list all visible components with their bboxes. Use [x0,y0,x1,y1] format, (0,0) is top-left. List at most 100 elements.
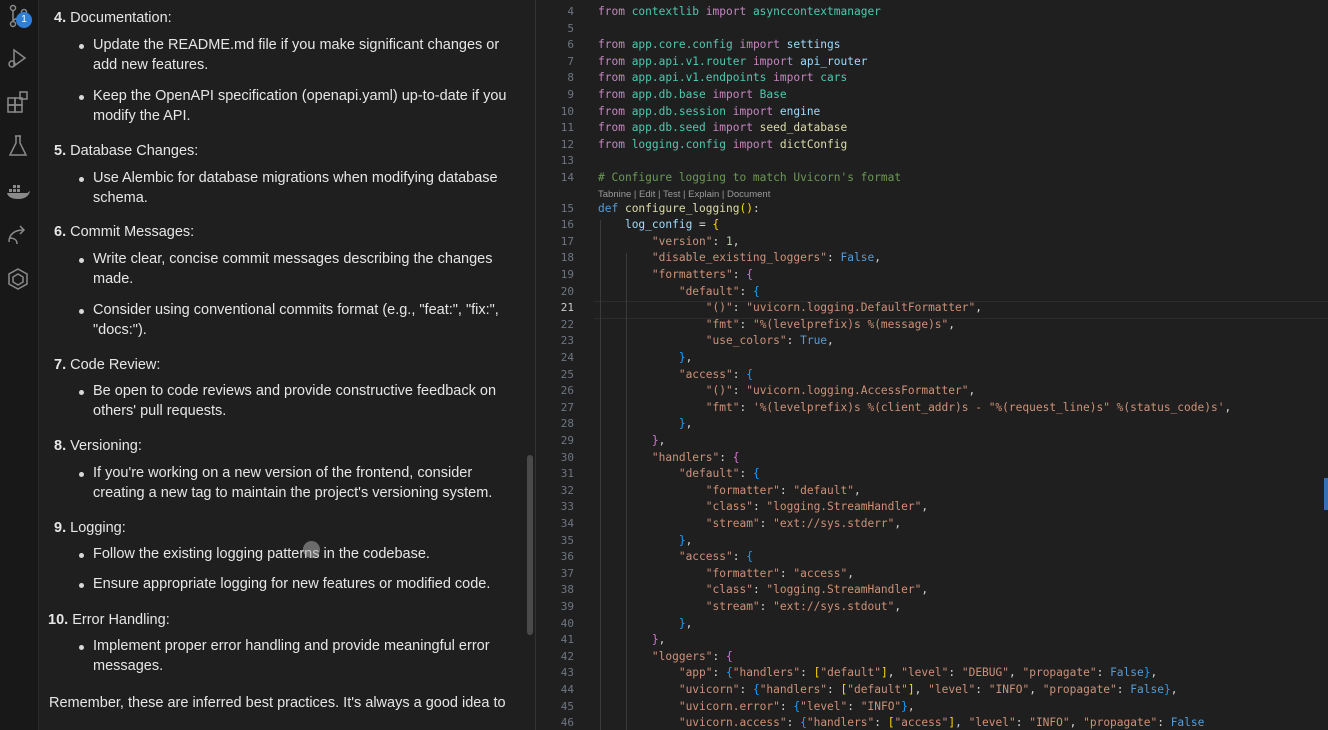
code-token: "handlers" [732,666,801,680]
code-line[interactable]: "uvicorn.error": {"level": "INFO"}, [598,700,915,713]
code-line[interactable]: from contextlib import asynccontextmanag… [598,5,881,18]
code-line[interactable]: from app.core.config import settings [598,38,841,51]
editor-scrollbar[interactable] [1324,478,1328,510]
code-line[interactable]: "loggers": { [598,650,733,663]
code-token: "formatters" [651,268,733,281]
code-token: app.core.config [631,38,733,52]
code-token: : [847,699,861,713]
bullet-dot [79,472,87,480]
code-line[interactable]: }, [598,534,693,547]
code-line[interactable]: "default": { [598,285,760,298]
section-title: Database Changes: [70,143,199,159]
code-token: : [732,550,747,564]
code-line[interactable]: "uvicorn.access": {"handlers": ["access"… [598,716,1205,730]
code-token: : [779,566,794,580]
code-line[interactable]: "version": 1, [598,235,740,248]
code-line[interactable]: "handlers": { [598,451,740,464]
bullet-text: If you're working on a new version of th… [93,465,493,501]
chat-scrollbar[interactable] [527,455,533,635]
line-number: 35 [560,533,574,547]
code-line[interactable]: "class": "logging.StreamHandler", [598,583,928,596]
section-heading: 6. Commit Messages: [54,224,194,240]
docker-icon[interactable] [5,178,31,204]
code-line[interactable]: "access": { [598,368,753,381]
code-lens[interactable]: Tabnine | Edit | Test | Explain | Docume… [598,189,770,200]
code-line[interactable]: "fmt": "%(levelprefix)s %(message)s", [598,318,955,331]
code-line[interactable]: log_config = { [598,218,719,231]
code-token: "INFO" [860,699,902,713]
bullet-text: Write clear, concise commit messages des… [93,251,493,287]
bullet-text: Be open to code reviews and provide cons… [93,383,497,419]
code-token: : [874,716,888,730]
code-token: "()" [705,384,733,398]
code-token: } [901,699,908,713]
code-token: } [678,417,686,431]
line-number: 17 [560,234,574,248]
bullet-dot [79,177,87,185]
code-line[interactable]: from app.db.session import engine [598,105,820,118]
code-line[interactable]: "disable_existing_loggers": False, [598,251,881,264]
code-token: , [1224,400,1232,414]
section-number: 8. [54,438,67,454]
code-line[interactable]: "access": { [598,550,753,563]
line-number: 11 [560,121,574,135]
line-number: 9 [567,88,574,101]
code-token: "INFO" [988,683,1030,696]
code-line[interactable]: }, [598,633,666,646]
line-number: 5 [567,21,574,35]
code-line[interactable]: "class": "logging.StreamHandler", [598,500,928,513]
code-line[interactable]: from logging.config import dictConfig [598,138,847,151]
bullet-text: Consider using conventional commits form… [93,302,499,338]
line-number: 39 [560,600,574,613]
code-line[interactable]: from app.api.v1.router import api_router [598,55,867,68]
code-token: { [800,716,807,730]
code-line[interactable]: "fmt": '%(levelprefix)s %(client_addr)s … [598,401,1231,414]
code-line[interactable]: }, [598,417,693,431]
remote-explorer-icon[interactable] [5,222,31,248]
section-number: 9. [54,520,67,536]
code-line[interactable]: "uvicorn": {"handlers": ["default"], "le… [598,683,1178,696]
code-token: = [692,218,713,232]
line-number: 37 [560,566,574,580]
run-debug-icon[interactable] [5,45,31,71]
code-token: from [598,104,632,118]
code-line[interactable]: "formatter": "access", [598,567,854,580]
code-line[interactable]: "default": { [598,467,760,480]
code-line[interactable]: "formatters": { [598,268,753,281]
code-editor[interactable]: 4 5 6 7 8 9 10 11 12 13 14 15 16 17 18 19 20 21 22 23 24 25 26… [536,0,1328,730]
code-line[interactable]: "formatter": "default", [598,484,861,497]
ai-assistant-icon[interactable] [5,266,31,292]
bullet-text: Use Alembic for database migrations when… [93,170,498,206]
code-line[interactable]: from app.api.v1.endpoints import cars [598,71,847,84]
line-number: 27 [560,400,574,414]
code-line[interactable]: "stream": "ext://sys.stdout", [598,600,901,613]
code-token: "app" [678,666,713,680]
code-line[interactable]: }, [598,434,666,447]
extensions-icon[interactable] [5,89,31,115]
closing-text: Remember, these are inferred best practi… [49,695,506,711]
line-number: 15 [560,201,574,215]
code-line[interactable]: }, [598,351,693,364]
line-number: 25 [560,367,574,381]
code-line[interactable]: "()": "uvicorn.logging.DefaultFormatter"… [598,301,982,314]
code-token: : [752,201,760,215]
testing-icon[interactable] [5,133,31,159]
code-token: False [1110,666,1144,680]
code-line[interactable]: "use_colors": True, [598,334,834,347]
code-line[interactable]: "app": {"handlers": ["default"], "level"… [598,666,1157,679]
code-line[interactable]: def configure_logging(): [598,202,760,215]
code-line[interactable]: "stream": "ext://sys.stderr", [598,517,901,530]
code-line[interactable]: "()": "uvicorn.logging.AccessFormatter", [598,384,975,397]
code-line[interactable]: from app.db.base import Base [598,88,787,101]
code-token: : [739,284,753,298]
code-token: , [685,616,693,630]
code-token: "access" [894,716,949,730]
code-line[interactable]: }, [598,616,693,630]
line-number: 46 [560,716,574,730]
code-line[interactable]: from app.db.seed import seed_database [598,121,847,134]
code-line[interactable]: # Configure logging to match Uvicorn's f… [598,171,901,184]
